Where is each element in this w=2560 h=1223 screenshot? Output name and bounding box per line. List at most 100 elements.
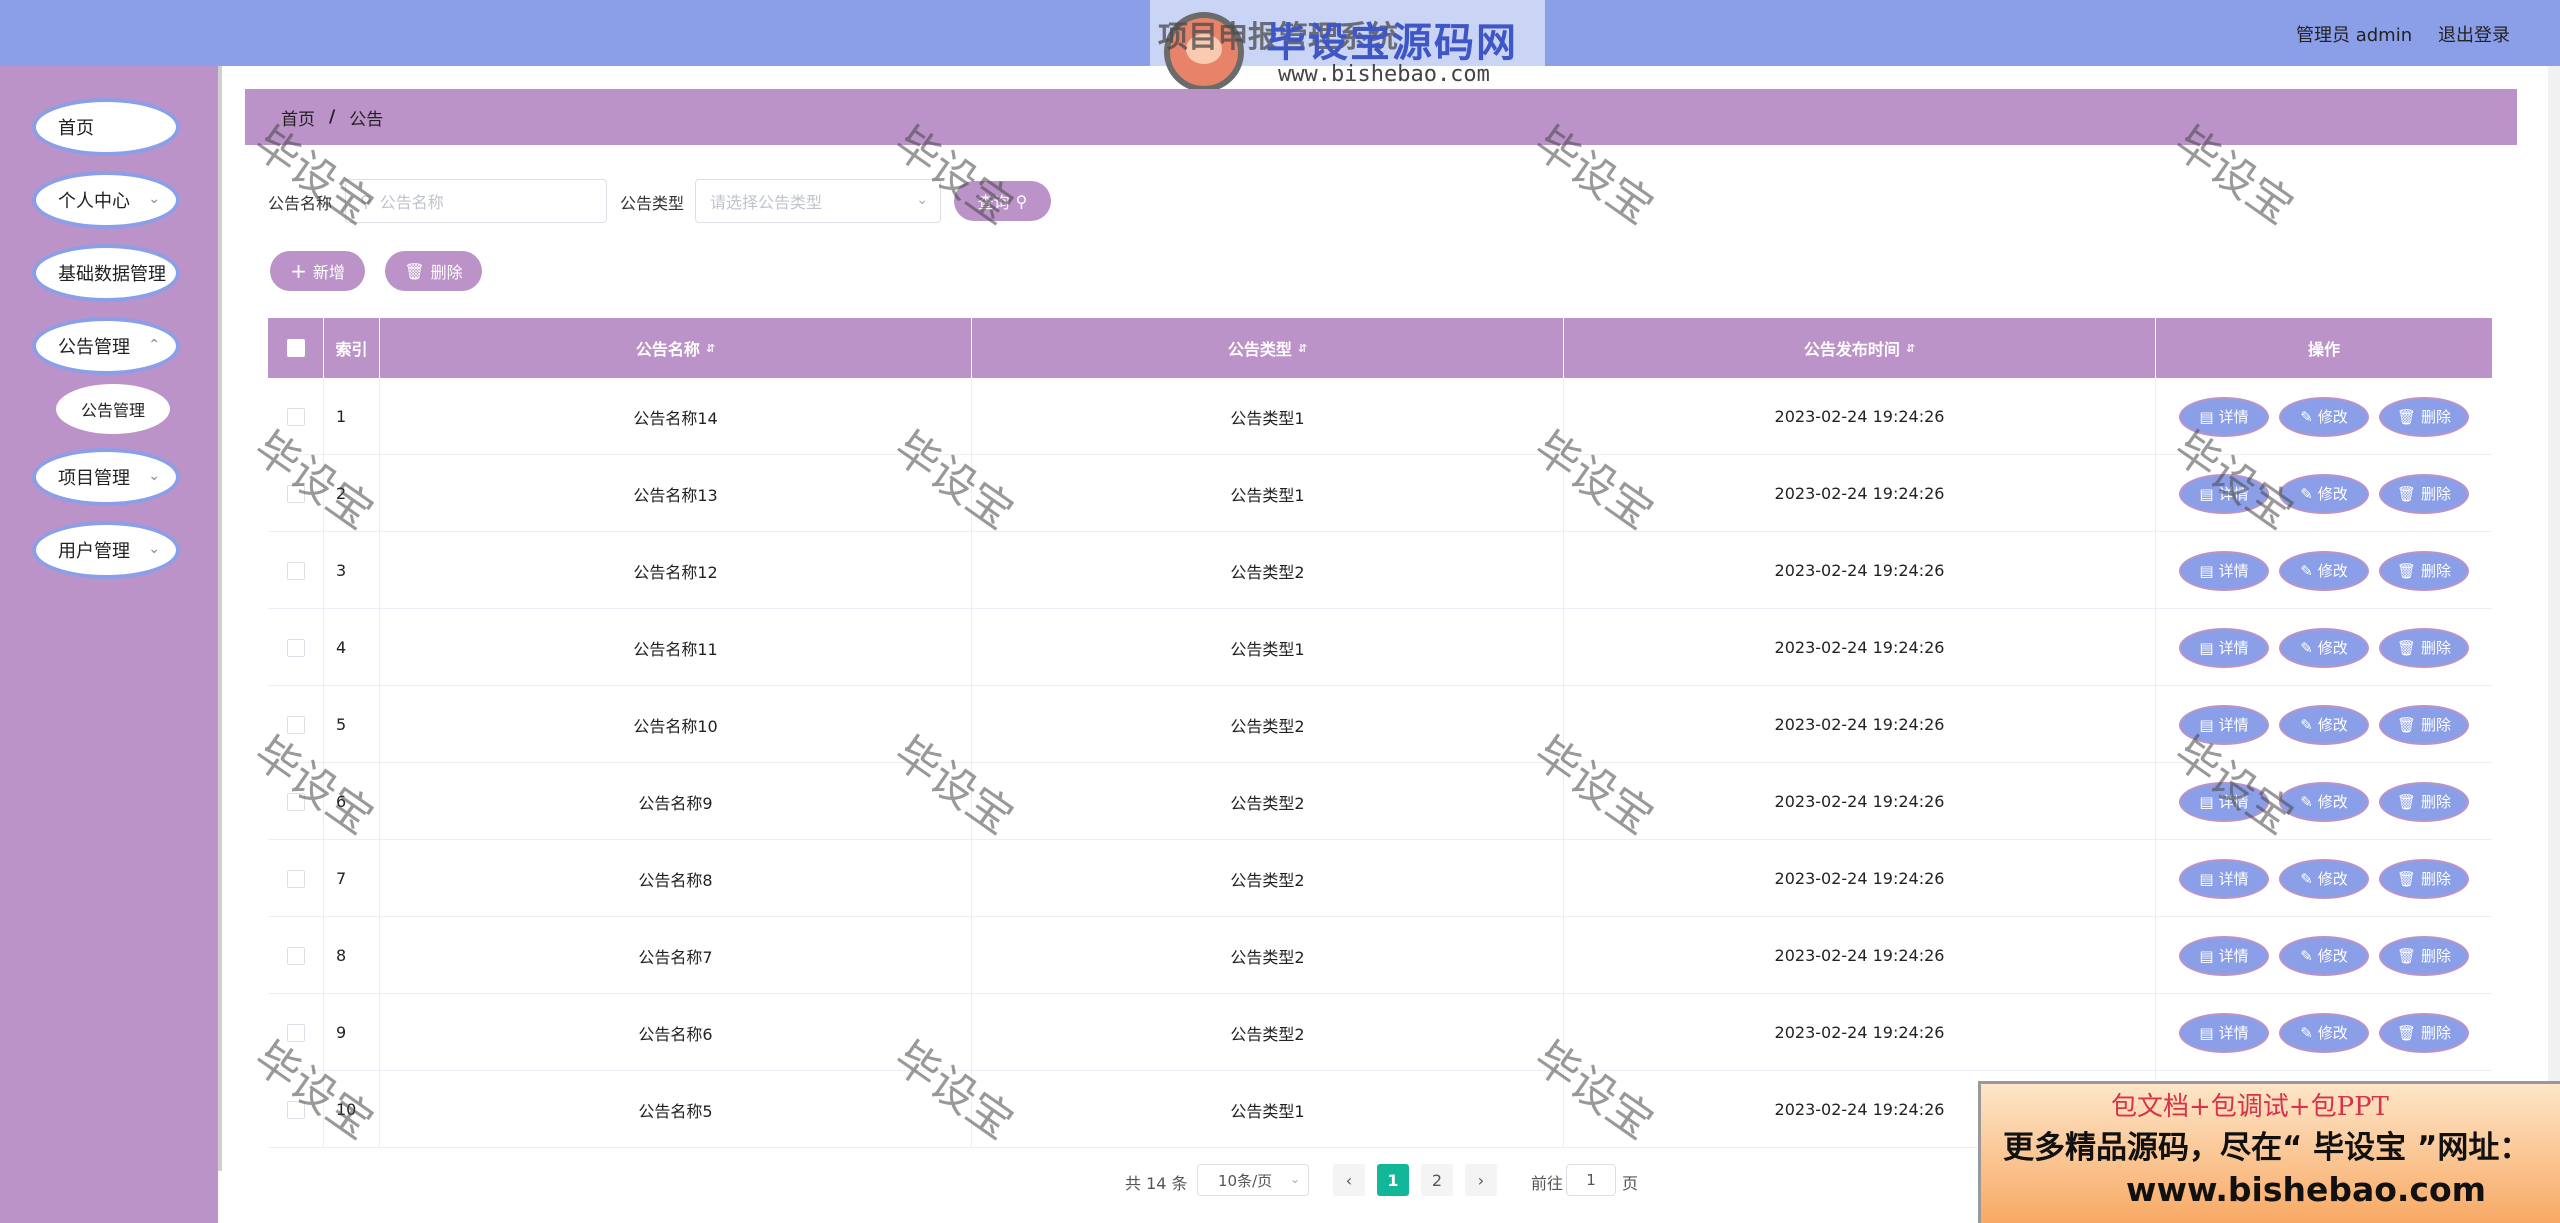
detail-button[interactable]: ▤详情 <box>2179 396 2269 437</box>
edit-label: 修改 <box>2317 485 2348 503</box>
detail-button[interactable]: ▤详情 <box>2179 704 2269 745</box>
page-size-select[interactable]: 10条/页 ⌄ <box>1197 1164 1309 1196</box>
delete-button[interactable]: 🗑删除 <box>2379 1012 2469 1053</box>
detail-button[interactable]: ▤详情 <box>2179 473 2269 514</box>
header-time[interactable]: 公告发布时间 ⇵ <box>1564 318 2156 378</box>
sidebar-item-project-management[interactable]: 项目管理 ⌄ <box>32 448 180 506</box>
page-scrollbar[interactable] <box>2548 66 2560 1081</box>
delete-button[interactable]: 🗑删除 <box>2379 627 2469 668</box>
edit-label: 修改 <box>2317 716 2348 734</box>
chevron-down-icon: ⌄ <box>916 192 928 208</box>
edit-label: 修改 <box>2317 870 2348 888</box>
trash-icon: 🗑 <box>2396 484 2417 503</box>
plus-icon: + <box>290 259 307 283</box>
notice-type-select[interactable]: 请选择公告类型 ⌄ <box>695 179 941 223</box>
row-notice-type: 公告类型2 <box>972 763 1564 840</box>
edit-button[interactable]: ✎修改 <box>2279 396 2369 437</box>
detail-button[interactable]: ▤详情 <box>2179 858 2269 899</box>
edit-button[interactable]: ✎修改 <box>2279 704 2369 745</box>
pencil-icon: ✎ <box>2300 946 2313 965</box>
row-notice-name: 公告名称7 <box>380 917 972 994</box>
sidebar-item-basic-data[interactable]: 基础数据管理 <box>32 244 180 302</box>
prev-page-button[interactable]: ‹ <box>1333 1164 1365 1196</box>
sidebar-item-user-management[interactable]: 用户管理 ⌄ <box>32 521 180 579</box>
next-page-button[interactable]: › <box>1465 1164 1497 1196</box>
row-notice-name: 公告名称13 <box>380 455 972 532</box>
ad-banner[interactable]: 包文档+包调试+包PPT 更多精品源码，尽在“ 毕设宝 ”网址： www.bis… <box>1978 1081 2560 1223</box>
detail-button[interactable]: ▤详情 <box>2179 550 2269 591</box>
detail-button[interactable]: ▤详情 <box>2179 627 2269 668</box>
row-notice-name: 公告名称5 <box>380 1071 972 1148</box>
row-checkbox[interactable] <box>286 407 305 426</box>
pencil-icon: ✎ <box>2300 792 2313 811</box>
add-button[interactable]: + 新增 <box>270 251 365 291</box>
row-checkbox[interactable] <box>286 946 305 965</box>
edit-button[interactable]: ✎修改 <box>2279 1012 2369 1053</box>
edit-label: 修改 <box>2317 408 2348 426</box>
row-checkbox[interactable] <box>286 484 305 503</box>
delete-button[interactable]: 🗑删除 <box>2379 550 2469 591</box>
edit-button[interactable]: ✎修改 <box>2279 935 2369 976</box>
detail-button[interactable]: ▤详情 <box>2179 1012 2269 1053</box>
edit-button[interactable]: ✎修改 <box>2279 627 2369 668</box>
sidebar-divider <box>218 66 222 1171</box>
detail-button[interactable]: ▤详情 <box>2179 935 2269 976</box>
detail-button[interactable]: ▤详情 <box>2179 781 2269 822</box>
top-header: 项目申报管理系统 毕设宝源码网 www.bishebao.com 管理员 adm… <box>0 0 2560 103</box>
header-index: 索引 <box>324 318 380 378</box>
goto-page-input[interactable]: 1 <box>1566 1164 1616 1196</box>
sort-icon[interactable]: ⇵ <box>1906 342 1915 355</box>
sidebar-item-home[interactable]: 首页 <box>32 98 180 156</box>
row-checkbox[interactable] <box>286 561 305 580</box>
edit-label: 修改 <box>2317 639 2348 657</box>
sidebar-item-label: 首页 <box>58 118 94 139</box>
breadcrumb-home[interactable]: 首页 <box>281 105 315 130</box>
submenu-item-notice-management[interactable]: 公告管理 <box>56 384 170 434</box>
trash-icon: 🗑 <box>2396 561 2417 580</box>
delete-button[interactable]: 🗑删除 <box>2379 858 2469 899</box>
sidebar-item-notice-management[interactable]: 公告管理 ⌃ <box>32 317 180 375</box>
delete-button[interactable]: 🗑删除 <box>2379 396 2469 437</box>
row-checkbox[interactable] <box>286 638 305 657</box>
page-button-1[interactable]: 1 <box>1377 1164 1409 1196</box>
row-index: 3 <box>324 532 380 609</box>
query-button[interactable]: 查询 ⚲ <box>954 181 1051 221</box>
logout-button[interactable]: 退出登录 <box>2438 21 2510 47</box>
row-index: 4 <box>324 609 380 686</box>
sort-icon[interactable]: ⇵ <box>706 342 715 355</box>
delete-button[interactable]: 🗑删除 <box>2379 781 2469 822</box>
edit-button[interactable]: ✎修改 <box>2279 858 2369 899</box>
row-actions: ▤详情✎修改🗑删除 <box>2156 609 2492 686</box>
edit-button[interactable]: ✎修改 <box>2279 550 2369 591</box>
row-checkbox[interactable] <box>286 869 305 888</box>
row-index: 6 <box>324 763 380 840</box>
row-checkbox[interactable] <box>286 1023 305 1042</box>
delete-button[interactable]: 🗑删除 <box>2379 704 2469 745</box>
header-name[interactable]: 公告名称 ⇵ <box>380 318 972 378</box>
row-publish-time: 2023-02-24 19:24:26 <box>1564 532 2156 609</box>
header-type[interactable]: 公告类型 ⇵ <box>972 318 1564 378</box>
delete-button[interactable]: 🗑删除 <box>2379 935 2469 976</box>
row-notice-type: 公告类型2 <box>972 840 1564 917</box>
edit-button[interactable]: ✎修改 <box>2279 473 2369 514</box>
submenu-item-label: 公告管理 <box>80 401 145 420</box>
select-all-checkbox[interactable] <box>286 339 305 357</box>
query-label: 查询 <box>977 193 1010 212</box>
row-checkbox[interactable] <box>286 715 305 734</box>
row-checkbox[interactable] <box>286 1100 305 1119</box>
edit-label: 修改 <box>2317 1024 2348 1042</box>
notice-name-input[interactable]: ⚲ 公告名称 <box>345 179 607 223</box>
edit-button[interactable]: ✎修改 <box>2279 781 2369 822</box>
page-button-2[interactable]: 2 <box>1421 1164 1453 1196</box>
sidebar-item-personal-center[interactable]: 个人中心 ⌄ <box>32 171 180 229</box>
row-notice-type: 公告类型1 <box>972 455 1564 532</box>
sort-icon[interactable]: ⇵ <box>1298 342 1307 355</box>
document-icon: ▤ <box>2199 484 2214 503</box>
notice-table: 索引 公告名称 ⇵ 公告类型 ⇵ 公告发布时间 ⇵ 操作 1 公告名称14 公告类型1 20… <box>268 318 2492 1148</box>
row-checkbox[interactable] <box>286 792 305 811</box>
sidebar-item-label: 公告管理 <box>58 337 130 358</box>
row-publish-time: 2023-02-24 19:24:26 <box>1564 455 2156 532</box>
row-actions: ▤详情✎修改🗑删除 <box>2156 763 2492 840</box>
delete-button[interactable]: 🗑删除 <box>2379 473 2469 514</box>
batch-delete-button[interactable]: 🗑 删除 <box>385 251 482 291</box>
